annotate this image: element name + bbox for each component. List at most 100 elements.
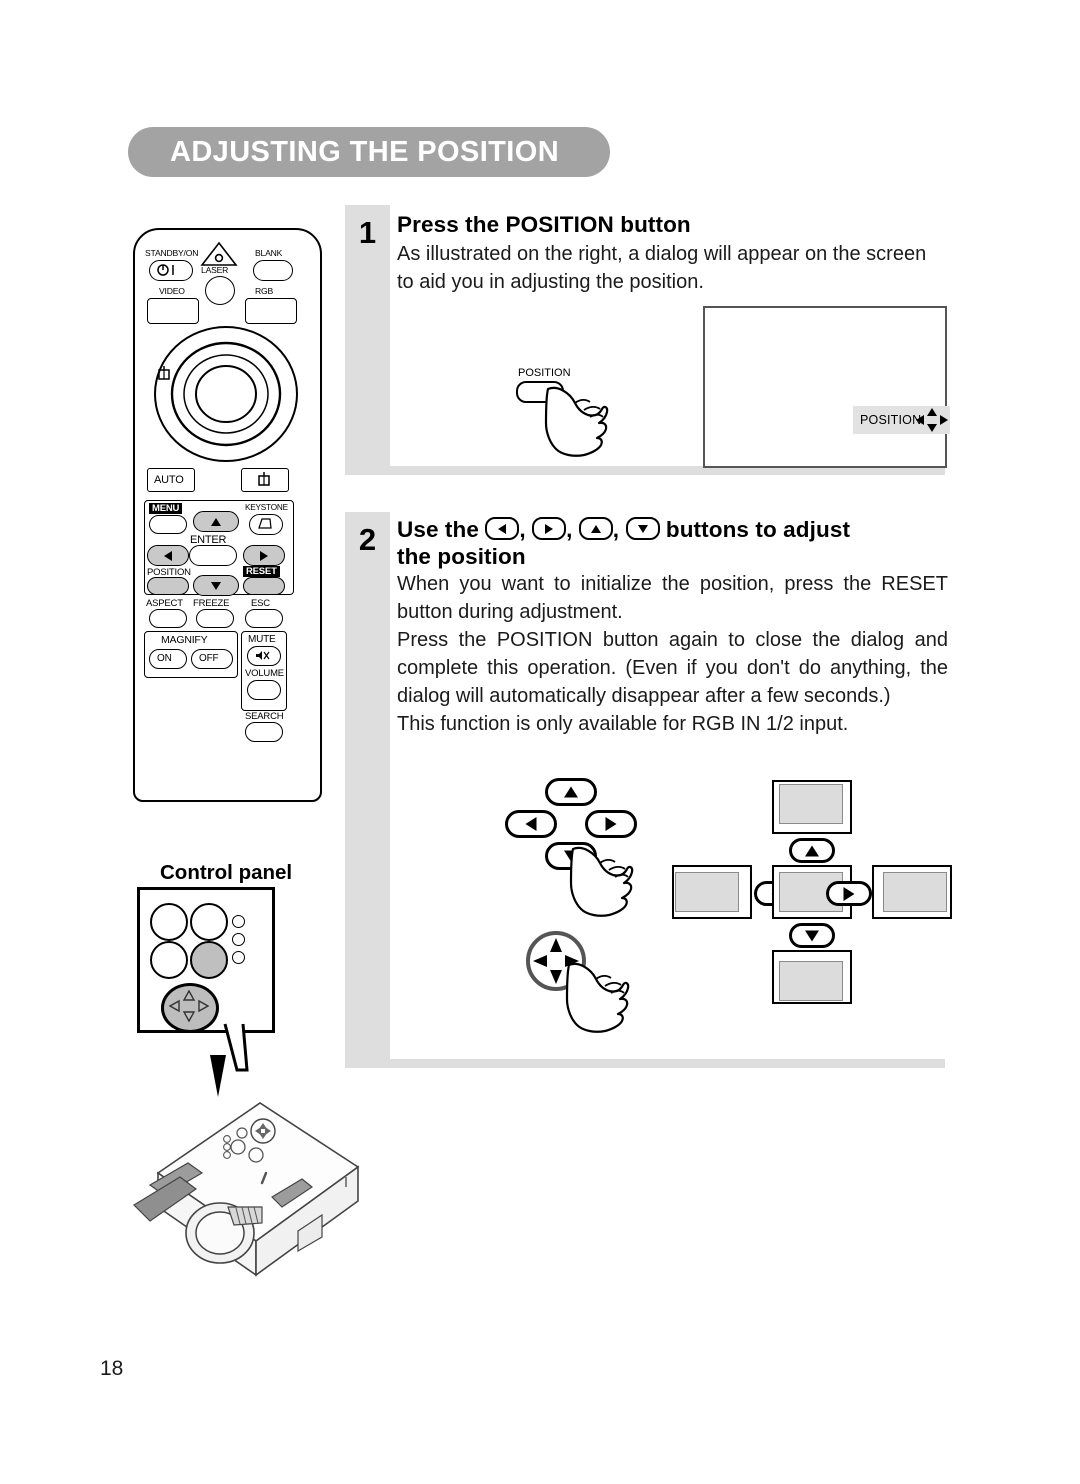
up-arrow-key-icon (578, 517, 613, 540)
step-2-body-paragraph-3: This function is only available for RGB … (397, 713, 849, 735)
control-panel-title: Control panel (160, 861, 293, 884)
step-2-control-pad-figure (525, 930, 630, 1033)
remote-esc-button[interactable] (245, 609, 283, 628)
step-1-body-paragraph: As illustrated on the right, a dialog wi… (397, 243, 927, 293)
left-arrow-key-icon (485, 517, 520, 540)
screen-shifted-up (772, 780, 852, 834)
remote-reset-button[interactable] (243, 577, 285, 595)
step-1-number-column: 1 (345, 205, 390, 475)
remote-freeze-button[interactable] (196, 609, 234, 628)
pointing-hand-icon-pad (565, 962, 630, 1033)
control-panel-led-3 (232, 951, 245, 964)
step-2-number-column: 2 (345, 512, 390, 1068)
remote-video-button[interactable] (147, 298, 199, 324)
step-2-number: 2 (358, 522, 377, 557)
screen-shifted-right (872, 865, 952, 919)
remote-label-volume: VOLUME (245, 668, 284, 679)
mute-icon (256, 651, 270, 660)
remote-label-rgb: RGB (255, 286, 274, 296)
remote-menu-button[interactable] (149, 515, 187, 534)
control-panel-button-2[interactable] (190, 903, 228, 941)
laser-triangle-icon (200, 241, 238, 266)
remote-rgb-button[interactable] (245, 298, 297, 324)
step-1-number: 1 (358, 215, 377, 250)
position-dialog-label: POSITION (860, 413, 922, 427)
screen-image-up (779, 784, 843, 824)
figure-up-arrow-key[interactable] (545, 778, 597, 806)
remote-label-search: SEARCH (245, 711, 284, 722)
remote-label-magnify: MAGNIFY (161, 634, 208, 646)
pointing-hand-icon (544, 386, 609, 457)
remote-enter-button[interactable] (189, 545, 237, 566)
remote-laser-button[interactable] (205, 276, 235, 305)
remote-left-button[interactable] (147, 545, 189, 566)
step-2-heading: Use the , , , buttons to adjust the posi… (397, 517, 851, 569)
remote-blank-button[interactable] (253, 260, 293, 281)
step-2-body-paragraph-1: When you want to initialize the position… (397, 573, 948, 623)
page-title: ADJUSTING THE POSITION (170, 135, 560, 168)
remote-control-illustration: STANDBY/ON LASER BLANK VIDEO RGB AUTO ME… (133, 228, 322, 802)
remote-disc-pad[interactable] (151, 324, 301, 464)
control-panel-illustration (137, 887, 275, 1072)
screen-image-left (675, 872, 739, 912)
step-2-heading-line2: the position (397, 544, 526, 569)
power-icon (157, 264, 174, 276)
step-1-heading: Press the POSITION button (397, 212, 691, 237)
screen-image-right (883, 872, 947, 912)
remote-label-freeze: FREEZE (193, 598, 230, 609)
control-panel-button-1[interactable] (150, 903, 188, 941)
screen-shifted-down (772, 950, 852, 1004)
remote-label-mute: MUTE (248, 634, 276, 645)
remote-label-magnify-off: OFF (199, 653, 219, 664)
control-panel-button-3[interactable] (150, 941, 188, 979)
diagram-up-arrow-key[interactable] (789, 838, 835, 863)
mouse-click-icon-2 (258, 472, 270, 486)
control-panel-led-1 (232, 915, 245, 928)
remote-label-reset: RESET (243, 566, 280, 577)
diagram-right-arrow-key[interactable] (826, 881, 872, 906)
figure-right-arrow-key[interactable] (585, 810, 637, 838)
four-way-arrow-icon (916, 408, 948, 432)
remote-label-aspect: ASPECT (146, 598, 183, 609)
down-arrow-key-icon (625, 517, 660, 540)
diagram-down-arrow-key[interactable] (789, 923, 835, 948)
page-number: 18 (100, 1357, 124, 1380)
remote-right-button[interactable] (243, 545, 285, 566)
right-arrow-key-icon (532, 517, 567, 540)
remote-label-laser: LASER (201, 265, 229, 275)
control-panel-button-4[interactable] (190, 941, 228, 979)
step-2-heading-before: Use the (397, 517, 479, 542)
page-title-banner: ADJUSTING THE POSITION (128, 127, 610, 177)
remote-label-video: VIDEO (159, 286, 185, 296)
remote-label-standby-on: STANDBY/ON (145, 248, 199, 258)
remote-volume-button[interactable] (247, 680, 281, 700)
position-dialog-badge: POSITION (853, 406, 950, 434)
control-panel-led-2 (232, 933, 245, 946)
remote-label-menu: MENU (149, 503, 183, 514)
manual-page: ADJUSTING THE POSITION STANDBY/ON LASER … (0, 0, 1080, 1484)
step-2-body: When you want to initialize the position… (397, 570, 948, 738)
remote-position-button[interactable] (147, 577, 189, 595)
hand-button-label: POSITION (518, 367, 571, 379)
figure-left-arrow-key[interactable] (505, 810, 557, 838)
remote-up-button[interactable] (193, 511, 239, 532)
remote-down-button[interactable] (193, 575, 239, 596)
remote-label-blank: BLANK (255, 248, 283, 258)
pointing-hand-icon-keys (569, 846, 634, 917)
projector-illustration (110, 1055, 370, 1285)
remote-search-button[interactable] (245, 722, 283, 742)
projector-drawing (133, 1055, 360, 1277)
mouse-click-icon (158, 366, 170, 380)
keystone-icon (258, 518, 272, 529)
projected-screen-dialog: POSITION (703, 306, 950, 468)
control-panel-arrow-pad[interactable] (161, 983, 219, 1033)
remote-label-auto: AUTO (154, 474, 184, 486)
step-1-body: As illustrated on the right, a dialog wi… (397, 240, 929, 296)
screen-shifted-left (672, 865, 752, 919)
screen-image-down (779, 961, 843, 1001)
four-way-pad-arrows-icon (168, 989, 210, 1023)
remote-aspect-button[interactable] (149, 609, 187, 628)
remote-label-magnify-on: ON (157, 653, 172, 664)
remote-label-esc: ESC (251, 598, 270, 609)
remote-label-keystone: KEYSTONE (245, 503, 288, 512)
